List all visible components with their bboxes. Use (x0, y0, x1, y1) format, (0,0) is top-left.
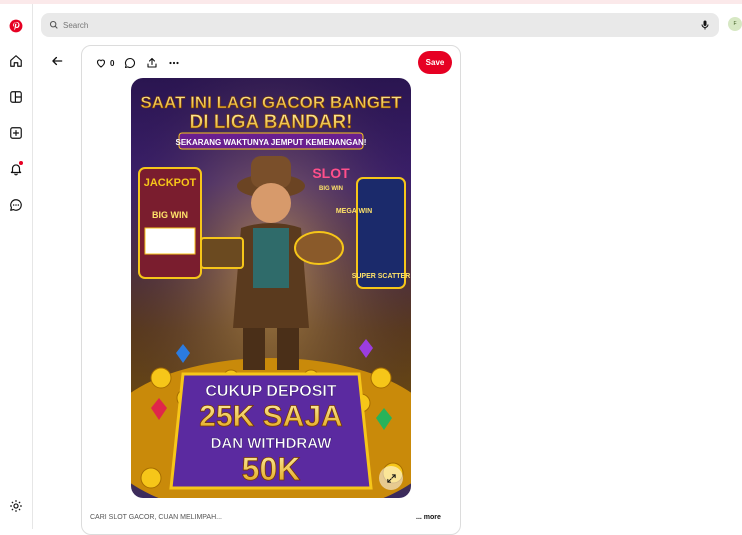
image-headline-1: SAAT INI LAGI GACOR BANGET (140, 93, 402, 112)
pin-image[interactable]: SAAT INI LAGI GACOR BANGET DI LIGA BANDA… (131, 78, 411, 498)
pinterest-logo-icon[interactable] (6, 16, 26, 36)
image-slot-big-win-label: BIG WIN (319, 186, 343, 192)
image-jackpot-label: JACKPOT (144, 177, 197, 189)
image-deposit-line-2: 25K SAJA (199, 400, 342, 433)
pin-closeup-card: 0 Save SAAT INI LAGI GACOR BANGET DI LIG… (81, 45, 461, 535)
arrow-left-icon (52, 56, 63, 66)
expand-arrows-icon (386, 473, 396, 483)
share-icon (147, 57, 158, 68)
top-accent-strip (0, 0, 742, 4)
save-button[interactable]: Save (418, 51, 452, 74)
messages-icon[interactable] (6, 195, 26, 215)
search-input[interactable] (63, 20, 699, 30)
slot-promo-artwork: SAAT INI LAGI GACOR BANGET DI LIGA BANDA… (131, 78, 411, 498)
image-big-win-label: BIG WIN (152, 210, 188, 220)
image-slot-label: SLOT (312, 165, 350, 181)
notification-dot (19, 161, 23, 165)
microphone-icon[interactable] (699, 19, 711, 31)
search-icon (49, 20, 58, 29)
caption-more-link[interactable]: ... more (416, 514, 441, 521)
more-options-button[interactable] (168, 57, 180, 69)
pin-caption: CARI SLOT GACOR, CUAN MELIMPAH... (90, 514, 222, 521)
search-bar (41, 13, 719, 37)
left-sidebar (0, 4, 33, 529)
like-button[interactable]: 0 (95, 57, 114, 69)
back-button[interactable] (49, 53, 65, 69)
like-count: 0 (110, 58, 115, 68)
expand-image-button[interactable] (379, 466, 403, 490)
explore-icon[interactable] (6, 87, 26, 107)
user-avatar[interactable]: F (728, 17, 742, 31)
ellipsis-icon (169, 61, 180, 65)
image-deposit-line-1: CUKUP DEPOSIT (205, 383, 337, 400)
pin-action-bar: 0 (95, 56, 190, 70)
image-mega-win-label: MEGA WIN (336, 208, 372, 215)
image-withdraw-line-2: 50K (242, 451, 301, 487)
comment-icon (125, 57, 136, 69)
home-icon[interactable] (6, 51, 26, 71)
image-tagline: SEKARANG WAKTUNYA JEMPUT KEMENANGAN! (176, 138, 367, 147)
image-withdraw-line-1: DAN WITHDRAW (211, 435, 333, 452)
create-icon[interactable] (6, 123, 26, 143)
share-button[interactable] (146, 57, 158, 69)
comment-button[interactable] (124, 57, 136, 69)
image-super-scatter-label: SUPER SCATTER (352, 273, 411, 280)
notifications-bell-icon[interactable] (6, 159, 26, 179)
settings-gear-icon[interactable] (6, 496, 26, 516)
heart-icon (96, 59, 106, 68)
image-headline-2: DI LIGA BANDAR! (190, 112, 353, 133)
